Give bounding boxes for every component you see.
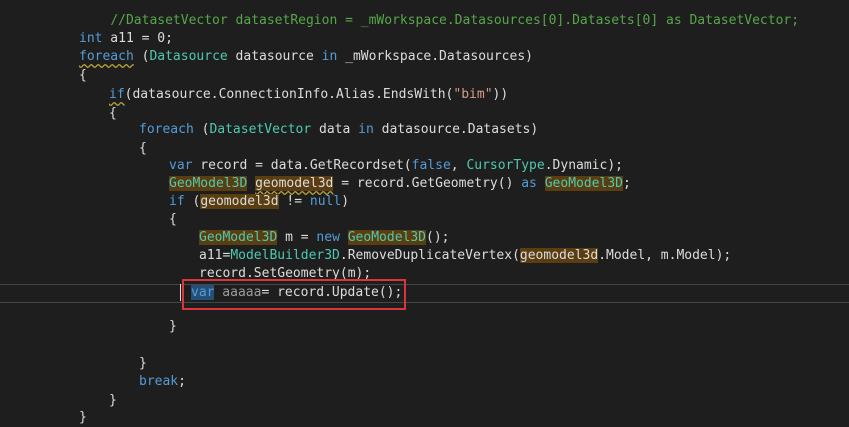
code-line-comment: //DatasetVector datasetRegion = _mWorksp… (110, 13, 800, 28)
current-line-border-bottom (0, 302, 849, 303)
code-editor[interactable]: //DatasetVector datasetRegion = _mWorksp… (0, 0, 849, 425)
code-line-brace: { (139, 141, 147, 156)
code-line-remove-duplicate: a11=ModelBuilder3D.RemoveDuplicateVertex… (199, 248, 732, 263)
code-line-foreach-datasource: foreach (Datasource datasource in _mWork… (79, 49, 533, 64)
code-line-brace: { (169, 212, 177, 227)
highlight-box (182, 279, 406, 310)
code-line-brace: } (169, 319, 177, 334)
code-line-if-alias: if(datasource.ConnectionInfo.Alias.EndsW… (109, 87, 509, 102)
text-caret (180, 284, 181, 301)
code-line-break: break; (139, 374, 186, 389)
code-line-new-geomodel: GeoModel3D m = new GeoModel3D(); (199, 230, 450, 245)
code-line-geomodel-decl: GeoModel3D geomodel3d = record.GetGeomet… (169, 176, 631, 191)
code-line-foreach-dataset: foreach (DatasetVector data in datasourc… (139, 122, 539, 137)
code-line-brace: } (79, 410, 87, 425)
code-line-var-record: var record = data.GetRecordset(false, Cu… (169, 158, 623, 173)
code-line-int-a11: int a11 = 0; (79, 31, 173, 46)
code-line-brace: } (109, 393, 117, 408)
code-line-if-null: if (geomodel3d != null) (169, 194, 350, 209)
code-line-brace: { (79, 68, 87, 83)
code-line-brace: } (139, 356, 147, 371)
